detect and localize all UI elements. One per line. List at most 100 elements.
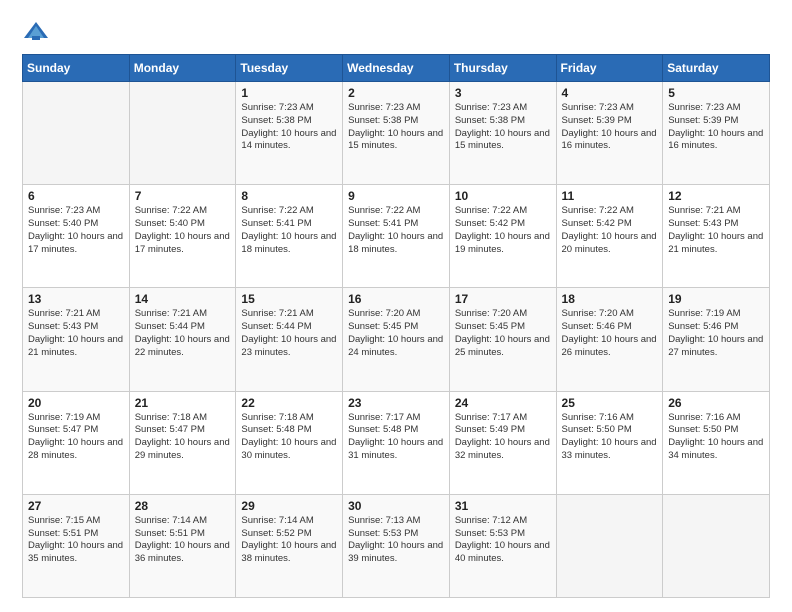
day-info: Sunrise: 7:13 AM Sunset: 5:53 PM Dayligh… [348,515,444,566]
calendar-cell: 11 Sunrise: 7:22 AM Sunset: 5:42 PM Dayli… [556,185,663,288]
day-info: Sunrise: 7:18 AM Sunset: 5:48 PM Dayligh… [241,412,337,463]
day-number: 11 [562,189,658,203]
calendar-cell: 21 Sunrise: 7:18 AM Sunset: 5:47 PM Dayli… [129,391,236,494]
calendar-cell: 30 Sunrise: 7:13 AM Sunset: 5:53 PM Dayli… [343,494,450,597]
day-number: 19 [668,292,764,306]
calendar-cell: 29 Sunrise: 7:14 AM Sunset: 5:52 PM Dayli… [236,494,343,597]
weekday-header-tuesday: Tuesday [236,55,343,82]
day-number: 12 [668,189,764,203]
week-row-1: 1Sunrise: 7:23 AM Sunset: 5:38 PM Daylig… [23,82,770,185]
logo [22,18,54,46]
day-number: 28 [135,499,231,513]
day-number: 18 [562,292,658,306]
calendar-cell: 8Sunrise: 7:22 AM Sunset: 5:41 PM Daylig… [236,185,343,288]
calendar-cell: 25Sunrise: 7:16 AM Sunset: 5:50 PM Dayli… [556,391,663,494]
day-number: 14 [135,292,231,306]
week-row-5: 27 Sunrise: 7:15 AM Sunset: 5:51 PM Dayli… [23,494,770,597]
calendar-cell: 16Sunrise: 7:20 AM Sunset: 5:45 PM Dayli… [343,288,450,391]
weekday-header-sunday: Sunday [23,55,130,82]
calendar-cell: 2Sunrise: 7:23 AM Sunset: 5:38 PM Daylig… [343,82,450,185]
day-info: Sunrise: 7:22 AM Sunset: 5:42 PM Dayligh… [562,205,658,256]
day-info: Sunrise: 7:19 AM Sunset: 5:47 PM Dayligh… [28,412,124,463]
calendar-cell: 4 Sunrise: 7:23 AM Sunset: 5:39 PM Daylig… [556,82,663,185]
calendar-cell: 23 Sunrise: 7:17 AM Sunset: 5:48 PM Dayli… [343,391,450,494]
calendar-cell: 17 Sunrise: 7:20 AM Sunset: 5:45 PM Dayli… [449,288,556,391]
calendar-cell: 5 Sunrise: 7:23 AM Sunset: 5:39 PM Daylig… [663,82,770,185]
day-number: 10 [455,189,551,203]
day-number: 6 [28,189,124,203]
calendar-cell: 24Sunrise: 7:17 AM Sunset: 5:49 PM Dayli… [449,391,556,494]
logo-icon [22,18,50,46]
week-row-4: 20 Sunrise: 7:19 AM Sunset: 5:47 PM Dayli… [23,391,770,494]
calendar-table: SundayMondayTuesdayWednesdayThursdayFrid… [22,54,770,598]
calendar-cell: 3 Sunrise: 7:23 AM Sunset: 5:38 PM Daylig… [449,82,556,185]
calendar-cell: 12 Sunrise: 7:21 AM Sunset: 5:43 PM Dayli… [663,185,770,288]
day-number: 30 [348,499,444,513]
day-number: 15 [241,292,337,306]
day-info: Sunrise: 7:23 AM Sunset: 5:38 PM Dayligh… [348,102,444,153]
header [22,18,770,46]
day-info: Sunrise: 7:21 AM Sunset: 5:44 PM Dayligh… [241,308,337,359]
day-number: 26 [668,396,764,410]
calendar-cell [129,82,236,185]
calendar-cell: 7 Sunrise: 7:22 AM Sunset: 5:40 PM Daylig… [129,185,236,288]
day-number: 13 [28,292,124,306]
calendar-cell: 10 Sunrise: 7:22 AM Sunset: 5:42 PM Dayli… [449,185,556,288]
day-info: Sunrise: 7:23 AM Sunset: 5:38 PM Dayligh… [455,102,551,153]
day-info: Sunrise: 7:21 AM Sunset: 5:43 PM Dayligh… [668,205,764,256]
day-info: Sunrise: 7:18 AM Sunset: 5:47 PM Dayligh… [135,412,231,463]
calendar-cell [556,494,663,597]
day-number: 24 [455,396,551,410]
day-number: 8 [241,189,337,203]
day-info: Sunrise: 7:20 AM Sunset: 5:46 PM Dayligh… [562,308,658,359]
day-info: Sunrise: 7:22 AM Sunset: 5:42 PM Dayligh… [455,205,551,256]
day-number: 17 [455,292,551,306]
weekday-row: SundayMondayTuesdayWednesdayThursdayFrid… [23,55,770,82]
calendar-cell: 31 Sunrise: 7:12 AM Sunset: 5:53 PM Dayli… [449,494,556,597]
day-number: 21 [135,396,231,410]
day-number: 16 [348,292,444,306]
day-info: Sunrise: 7:23 AM Sunset: 5:39 PM Dayligh… [562,102,658,153]
day-number: 20 [28,396,124,410]
day-info: Sunrise: 7:15 AM Sunset: 5:51 PM Dayligh… [28,515,124,566]
calendar-header: SundayMondayTuesdayWednesdayThursdayFrid… [23,55,770,82]
day-info: Sunrise: 7:22 AM Sunset: 5:40 PM Dayligh… [135,205,231,256]
day-info: Sunrise: 7:16 AM Sunset: 5:50 PM Dayligh… [562,412,658,463]
day-number: 3 [455,86,551,100]
calendar-cell: 19 Sunrise: 7:19 AM Sunset: 5:46 PM Dayli… [663,288,770,391]
day-number: 5 [668,86,764,100]
day-info: Sunrise: 7:19 AM Sunset: 5:46 PM Dayligh… [668,308,764,359]
calendar-cell: 14Sunrise: 7:21 AM Sunset: 5:44 PM Dayli… [129,288,236,391]
day-info: Sunrise: 7:21 AM Sunset: 5:43 PM Dayligh… [28,308,124,359]
calendar-cell: 18 Sunrise: 7:20 AM Sunset: 5:46 PM Dayli… [556,288,663,391]
day-info: Sunrise: 7:23 AM Sunset: 5:40 PM Dayligh… [28,205,124,256]
day-number: 22 [241,396,337,410]
calendar-cell [663,494,770,597]
day-number: 29 [241,499,337,513]
day-number: 27 [28,499,124,513]
calendar-cell [23,82,130,185]
calendar-cell: 27 Sunrise: 7:15 AM Sunset: 5:51 PM Dayli… [23,494,130,597]
day-info: Sunrise: 7:17 AM Sunset: 5:48 PM Dayligh… [348,412,444,463]
day-number: 31 [455,499,551,513]
day-info: Sunrise: 7:20 AM Sunset: 5:45 PM Dayligh… [455,308,551,359]
weekday-header-wednesday: Wednesday [343,55,450,82]
week-row-3: 13 Sunrise: 7:21 AM Sunset: 5:43 PM Dayli… [23,288,770,391]
calendar-cell: 6 Sunrise: 7:23 AM Sunset: 5:40 PM Daylig… [23,185,130,288]
calendar-cell: 28Sunrise: 7:14 AM Sunset: 5:51 PM Dayli… [129,494,236,597]
calendar-cell: 9Sunrise: 7:22 AM Sunset: 5:41 PM Daylig… [343,185,450,288]
calendar-body: 1Sunrise: 7:23 AM Sunset: 5:38 PM Daylig… [23,82,770,598]
day-info: Sunrise: 7:23 AM Sunset: 5:39 PM Dayligh… [668,102,764,153]
calendar-cell: 1Sunrise: 7:23 AM Sunset: 5:38 PM Daylig… [236,82,343,185]
day-info: Sunrise: 7:16 AM Sunset: 5:50 PM Dayligh… [668,412,764,463]
weekday-header-friday: Friday [556,55,663,82]
day-number: 23 [348,396,444,410]
day-number: 4 [562,86,658,100]
day-number: 9 [348,189,444,203]
day-info: Sunrise: 7:14 AM Sunset: 5:52 PM Dayligh… [241,515,337,566]
day-info: Sunrise: 7:12 AM Sunset: 5:53 PM Dayligh… [455,515,551,566]
day-info: Sunrise: 7:23 AM Sunset: 5:38 PM Dayligh… [241,102,337,153]
calendar-cell: 13 Sunrise: 7:21 AM Sunset: 5:43 PM Dayli… [23,288,130,391]
day-number: 7 [135,189,231,203]
calendar-cell: 26 Sunrise: 7:16 AM Sunset: 5:50 PM Dayli… [663,391,770,494]
